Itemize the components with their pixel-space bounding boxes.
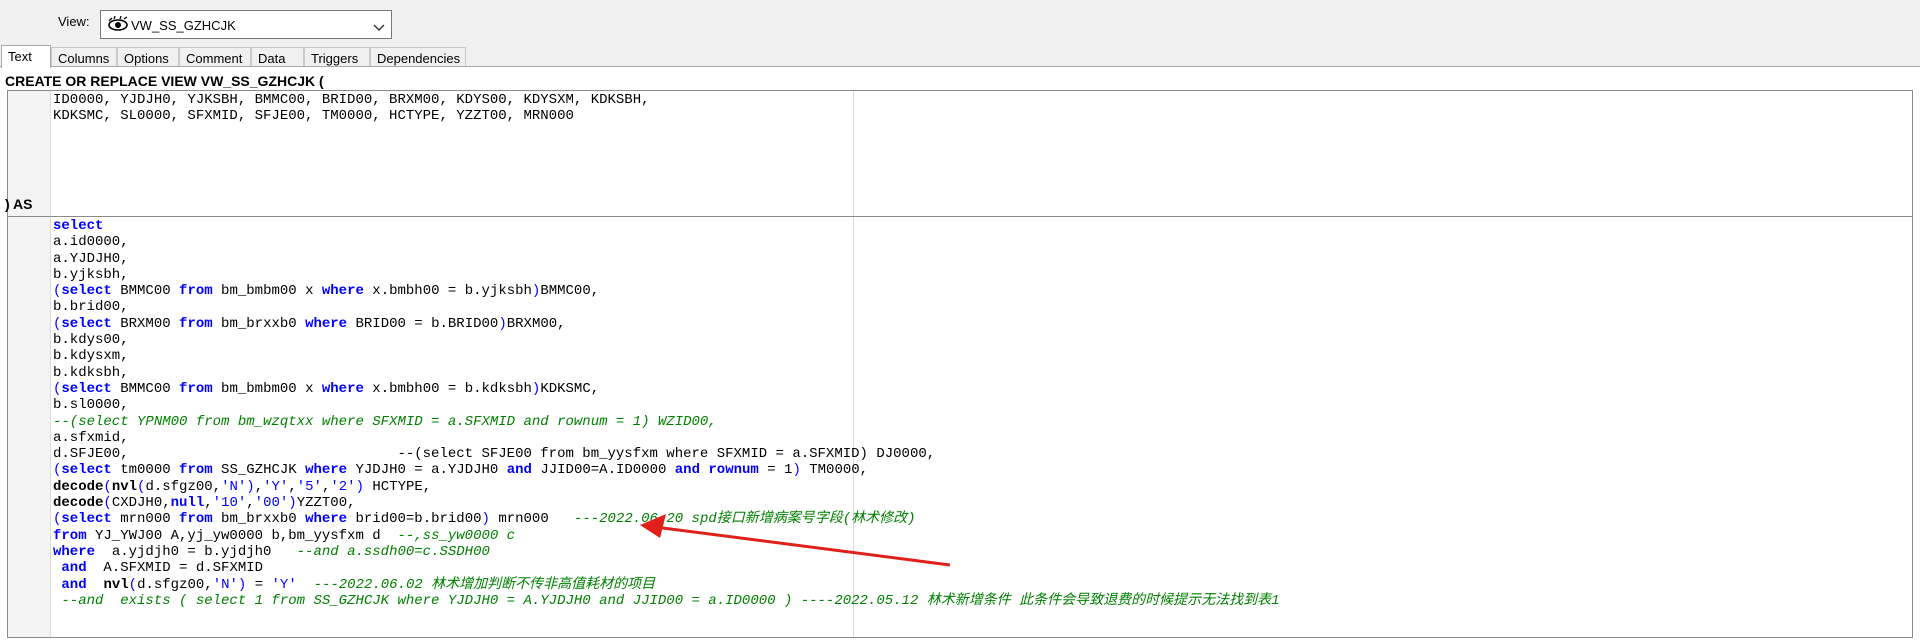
tab-text[interactable]: Text bbox=[1, 45, 51, 68]
red-arrow-annotation bbox=[640, 514, 951, 567]
